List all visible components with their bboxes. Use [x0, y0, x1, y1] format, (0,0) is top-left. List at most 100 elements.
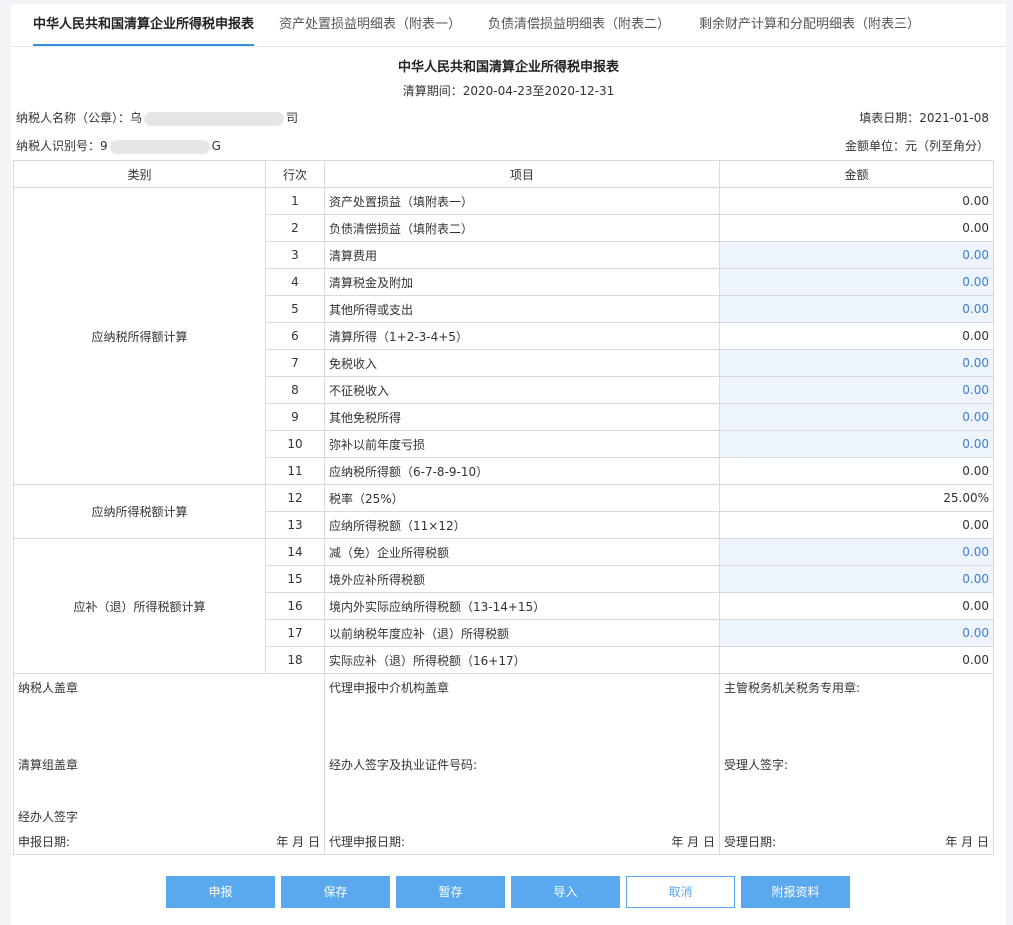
amount-input[interactable]: 0.00: [719, 403, 994, 431]
row-number: 12: [265, 484, 325, 512]
form-title: 中华人民共和国清算企业所得税申报表: [397, 60, 619, 75]
row-item: 其他所得或支出: [324, 295, 720, 323]
receive-date-value: 年 月 日: [945, 835, 989, 849]
row-item: 资产处置损益（填附表一）: [324, 187, 720, 215]
row-number: 5: [265, 295, 325, 323]
amount-input[interactable]: 0.00: [719, 376, 994, 404]
amount-unit: 金额单位：元（列至角分）: [844, 139, 989, 153]
row-number: 11: [265, 457, 325, 485]
temp-save-button[interactable]: 暂存: [396, 876, 505, 908]
row-number: 8: [265, 376, 325, 404]
row-item: 负债清偿损益（填附表二）: [324, 214, 720, 242]
declare-date-value: 年 月 日: [276, 835, 320, 849]
category-cell: 应补（退）所得税额计算: [13, 538, 266, 674]
receiver-sign-label: 受理人签字:: [724, 758, 789, 772]
category-cell: 应纳税所得额计算: [13, 187, 266, 485]
signature-col-tax-authority: 主管税务机关税务专用章: 受理人签字: 受理日期: 年 月 日: [719, 670, 994, 855]
save-button[interactable]: 保存: [281, 876, 390, 908]
form-panel: 中华人民共和国清算企业所得税申报表 资产处置损益明细表（附表一） 负债清偿损益明…: [11, 4, 1006, 925]
signature-col-taxpayer: 纳税人盖章 清算组盖章 经办人签字 申报日期: 年 月 日: [13, 670, 325, 855]
row-number: 7: [265, 349, 325, 377]
agency-date-value: 年 月 日: [671, 835, 715, 849]
taxpayer-name-prefix: 乌: [130, 111, 143, 125]
table-row: 应纳所得税额计算 12 税率（25%） 25.00%: [13, 484, 994, 539]
row-number: 15: [265, 565, 325, 593]
tab-main-return[interactable]: 中华人民共和国清算企业所得税申报表: [33, 4, 255, 46]
row-item: 弥补以前年度亏损: [324, 430, 720, 458]
row-number: 17: [265, 619, 325, 647]
signature-col-agency: 代理申报中介机构盖章 经办人签字及执业证件号码: 代理申报日期: 年 月 日: [324, 670, 720, 855]
fill-date: 填表日期：2021-01-08: [859, 111, 989, 125]
header-item: 项目: [324, 160, 720, 188]
agent-sign-label: 经办人签字: [18, 810, 79, 824]
amount-value: 0.00: [719, 214, 994, 242]
amount-input[interactable]: 0.00: [719, 295, 994, 323]
amount-value: 0.00: [719, 511, 994, 539]
amount-value: 0.00: [719, 187, 994, 215]
row-number: 3: [265, 241, 325, 269]
tab-debt-settlement[interactable]: 负债清偿损益明细表（附表二）: [488, 4, 670, 45]
amount-input[interactable]: 0.00: [719, 349, 994, 377]
signature-section: 纳税人盖章 清算组盖章 经办人签字 申报日期: 年 月 日 代理申报中介机构盖章…: [13, 670, 994, 855]
declare-date-label: 申报日期:: [18, 835, 71, 849]
return-table: 类别 行次 项目 金额 应纳税所得额计算 1 资产处置损益（填附表一） 0.00 2 负债…: [13, 160, 994, 674]
row-item: 不征税收入: [324, 376, 720, 404]
tab-asset-disposal[interactable]: 资产处置损益明细表（附表一）: [279, 4, 461, 45]
row-number: 10: [265, 430, 325, 458]
amount-value: 25.00%: [719, 484, 994, 512]
redacted-mask: [144, 111, 285, 126]
amount-input[interactable]: 0.00: [719, 268, 994, 296]
header-amount: 金额: [719, 160, 994, 188]
amount-input[interactable]: 0.00: [719, 241, 994, 269]
row-number: 13: [265, 511, 325, 539]
taxpayer-id-suffix: G: [211, 139, 221, 153]
row-item: 免税收入: [324, 349, 720, 377]
taxpayer-name: 纳税人名称（公章）：乌 司: [16, 109, 298, 126]
amount-input[interactable]: 0.00: [719, 430, 994, 458]
row-number: 4: [265, 268, 325, 296]
header-row-no: 行次: [265, 160, 325, 188]
row-item: 减（免）企业所得税额: [324, 538, 720, 566]
import-button[interactable]: 导入: [511, 876, 620, 908]
taxpayer-name-label: 纳税人名称（公章）：: [16, 111, 131, 125]
liquidation-period: 清算期间：2020-04-23至2020-12-31: [402, 84, 615, 98]
liquidation-group-seal-label: 清算组盖章: [18, 758, 79, 772]
row-number: 14: [265, 538, 325, 566]
declare-button[interactable]: 申报: [166, 876, 275, 908]
attachments-button[interactable]: 附报资料: [741, 876, 850, 908]
row-number: 6: [265, 322, 325, 350]
row-number: 9: [265, 403, 325, 431]
row-item: 清算所得（1+2-3-4+5）: [324, 322, 720, 350]
table-header-row: 类别 行次 项目 金额: [13, 160, 994, 188]
authority-seal-label: 主管税务机关税务专用章:: [724, 681, 861, 695]
receive-date-label: 受理日期:: [724, 835, 777, 849]
row-item: 税率（25%）: [324, 484, 720, 512]
amount-value: 0.00: [719, 592, 994, 620]
amount-value: 0.00: [719, 322, 994, 350]
tab-remaining-assets[interactable]: 剩余财产计算和分配明细表（附表三）: [699, 4, 920, 45]
row-item: 清算费用: [324, 241, 720, 269]
agency-date-label: 代理申报日期:: [329, 835, 406, 849]
row-item: 清算税金及附加: [324, 268, 720, 296]
row-item: 境外应补所得税额: [324, 565, 720, 593]
amount-input[interactable]: 0.00: [719, 565, 994, 593]
amount-input[interactable]: 0.00: [719, 538, 994, 566]
row-item: 以前纳税年度应补（退）所得税额: [324, 619, 720, 647]
amount-input[interactable]: 0.00: [719, 619, 994, 647]
taxpayer-name-suffix: 司: [286, 111, 299, 125]
row-item: 境内外实际应纳所得税额（13-14+15）: [324, 592, 720, 620]
cancel-button[interactable]: 取消: [626, 876, 735, 908]
row-number: 1: [265, 187, 325, 215]
row-number: 2: [265, 214, 325, 242]
taxpayer-id: 纳税人识别号：9 G: [16, 137, 221, 154]
tab-bar: 中华人民共和国清算企业所得税申报表 资产处置损益明细表（附表一） 负债清偿损益明…: [11, 4, 1006, 47]
amount-value: 0.00: [719, 457, 994, 485]
row-item: 应纳税所得额（6-7-8-9-10）: [324, 457, 720, 485]
taxpayer-seal-label: 纳税人盖章: [18, 681, 79, 695]
row-item: 应纳所得税额（11×12）: [324, 511, 720, 539]
redacted-mask: [109, 139, 210, 154]
category-cell: 应纳所得税额计算: [13, 484, 266, 539]
agency-sign-label: 经办人签字及执业证件号码:: [329, 758, 478, 772]
table-row: 应补（退）所得税额计算 14 减（免）企业所得税额 0.00: [13, 538, 994, 674]
row-item: 其他免税所得: [324, 403, 720, 431]
